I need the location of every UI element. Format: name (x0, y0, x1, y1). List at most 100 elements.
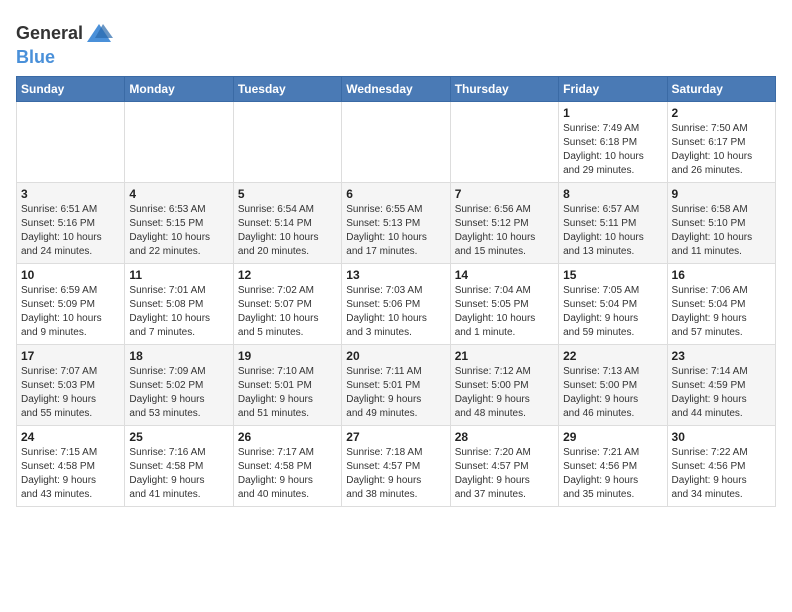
calendar-cell: 6Sunrise: 6:55 AMSunset: 5:13 PMDaylight… (342, 183, 450, 264)
calendar-cell: 8 Sunrise: 6:57 AMSunset: 5:11 PMDaylight… (559, 183, 667, 264)
calendar-cell: 20Sunrise: 7:11 AMSunset: 5:01 PMDayligh… (342, 345, 450, 426)
calendar-cell: 3Sunrise: 6:51 AMSunset: 5:16 PMDaylight… (17, 183, 125, 264)
day-number: 21 (455, 349, 554, 363)
calendar-cell: 11 Sunrise: 7:01 AMSunset: 5:08 PMDayligh… (125, 264, 233, 345)
day-info: Sunrise: 7:15 AMSunset: 4:58 PMDaylight:… (21, 446, 120, 502)
day-number: 9 (672, 187, 771, 201)
day-info: Sunrise: 7:09 AMSunset: 5:02 PMDaylight:… (129, 365, 228, 421)
day-info: Sunrise: 6:59 AMSunset: 5:09 PMDaylight:… (21, 284, 120, 340)
calendar-cell: 13 Sunrise: 7:03 AMSunset: 5:06 PMDayligh… (342, 264, 450, 345)
day-number: 19 (238, 349, 337, 363)
calendar-cell (450, 102, 558, 183)
day-number: 27 (346, 430, 445, 444)
day-number: 23 (672, 349, 771, 363)
day-info: Sunrise: 7:04 AMSunset: 5:05 PMDaylight:… (455, 284, 554, 340)
day-number: 2 (672, 106, 771, 120)
day-info: Sunrise: 7:13 AMSunset: 5:00 PMDaylight:… (563, 365, 662, 421)
calendar-cell: 23 Sunrise: 7:14 AMSunset: 4:59 PMDayligh… (667, 345, 775, 426)
day-number: 17 (21, 349, 120, 363)
weekday-monday: Monday (125, 77, 233, 102)
calendar-cell: 27 Sunrise: 7:18 AMSunset: 4:57 PMDayligh… (342, 426, 450, 507)
day-number: 13 (346, 268, 445, 282)
calendar-cell: 26 Sunrise: 7:17 AMSunset: 4:58 PMDayligh… (233, 426, 341, 507)
calendar-cell: 28Sunrise: 7:20 AMSunset: 4:57 PMDayligh… (450, 426, 558, 507)
calendar-cell: 25 Sunrise: 7:16 AMSunset: 4:58 PMDayligh… (125, 426, 233, 507)
day-info: Sunrise: 6:53 AMSunset: 5:15 PMDaylight:… (129, 203, 228, 259)
day-number: 4 (129, 187, 228, 201)
day-number: 24 (21, 430, 120, 444)
calendar-cell (342, 102, 450, 183)
calendar-week-3: 17 Sunrise: 7:07 AMSunset: 5:03 PMDayligh… (17, 345, 776, 426)
calendar-cell: 1Sunrise: 7:49 AMSunset: 6:18 PMDaylight… (559, 102, 667, 183)
calendar-cell: 10 Sunrise: 6:59 AMSunset: 5:09 PMDayligh… (17, 264, 125, 345)
day-info: Sunrise: 7:02 AMSunset: 5:07 PMDaylight:… (238, 284, 337, 340)
day-number: 25 (129, 430, 228, 444)
calendar-cell: 2Sunrise: 7:50 AMSunset: 6:17 PMDaylight… (667, 102, 775, 183)
day-info: Sunrise: 7:17 AMSunset: 4:58 PMDaylight:… (238, 446, 337, 502)
calendar-cell: 18 Sunrise: 7:09 AMSunset: 5:02 PMDayligh… (125, 345, 233, 426)
day-info: Sunrise: 6:54 AMSunset: 5:14 PMDaylight:… (238, 203, 337, 259)
day-info: Sunrise: 7:22 AMSunset: 4:56 PMDaylight:… (672, 446, 771, 502)
weekday-tuesday: Tuesday (233, 77, 341, 102)
weekday-saturday: Saturday (667, 77, 775, 102)
day-info: Sunrise: 6:58 AMSunset: 5:10 PMDaylight:… (672, 203, 771, 259)
day-number: 8 (563, 187, 662, 201)
day-info: Sunrise: 7:14 AMSunset: 4:59 PMDaylight:… (672, 365, 771, 421)
day-number: 22 (563, 349, 662, 363)
day-number: 16 (672, 268, 771, 282)
calendar-week-0: 1Sunrise: 7:49 AMSunset: 6:18 PMDaylight… (17, 102, 776, 183)
calendar-cell: 14 Sunrise: 7:04 AMSunset: 5:05 PMDayligh… (450, 264, 558, 345)
weekday-header-row: SundayMondayTuesdayWednesdayThursdayFrid… (17, 77, 776, 102)
day-number: 15 (563, 268, 662, 282)
calendar-cell: 17 Sunrise: 7:07 AMSunset: 5:03 PMDayligh… (17, 345, 125, 426)
calendar-cell (125, 102, 233, 183)
calendar-table: SundayMondayTuesdayWednesdayThursdayFrid… (16, 76, 776, 507)
day-info: Sunrise: 6:51 AMSunset: 5:16 PMDaylight:… (21, 203, 120, 259)
day-number: 7 (455, 187, 554, 201)
day-info: Sunrise: 7:06 AMSunset: 5:04 PMDaylight:… (672, 284, 771, 340)
day-info: Sunrise: 7:21 AMSunset: 4:56 PMDaylight:… (563, 446, 662, 502)
day-number: 28 (455, 430, 554, 444)
day-info: Sunrise: 7:03 AMSunset: 5:06 PMDaylight:… (346, 284, 445, 340)
day-info: Sunrise: 7:07 AMSunset: 5:03 PMDaylight:… (21, 365, 120, 421)
page-container: General Blue SundayMondayTuesdayWednesda… (0, 0, 792, 515)
calendar-cell: 29 Sunrise: 7:21 AMSunset: 4:56 PMDayligh… (559, 426, 667, 507)
header: General Blue (16, 16, 776, 68)
day-number: 10 (21, 268, 120, 282)
day-info: Sunrise: 7:18 AMSunset: 4:57 PMDaylight:… (346, 446, 445, 502)
calendar-cell: 4 Sunrise: 6:53 AMSunset: 5:15 PMDaylight… (125, 183, 233, 264)
weekday-friday: Friday (559, 77, 667, 102)
calendar-cell: 5Sunrise: 6:54 AMSunset: 5:14 PMDaylight… (233, 183, 341, 264)
day-info: Sunrise: 6:56 AMSunset: 5:12 PMDaylight:… (455, 203, 554, 259)
day-number: 30 (672, 430, 771, 444)
weekday-wednesday: Wednesday (342, 77, 450, 102)
day-info: Sunrise: 7:05 AMSunset: 5:04 PMDaylight:… (563, 284, 662, 340)
calendar-cell: 21 Sunrise: 7:12 AMSunset: 5:00 PMDayligh… (450, 345, 558, 426)
logo-icon (85, 20, 113, 48)
day-info: Sunrise: 6:57 AMSunset: 5:11 PMDaylight:… (563, 203, 662, 259)
day-info: Sunrise: 7:01 AMSunset: 5:08 PMDaylight:… (129, 284, 228, 340)
day-number: 29 (563, 430, 662, 444)
logo-text-blue: Blue (16, 47, 55, 67)
day-number: 18 (129, 349, 228, 363)
day-number: 14 (455, 268, 554, 282)
calendar-cell: 24 Sunrise: 7:15 AMSunset: 4:58 PMDayligh… (17, 426, 125, 507)
day-info: Sunrise: 7:16 AMSunset: 4:58 PMDaylight:… (129, 446, 228, 502)
calendar-cell: 19Sunrise: 7:10 AMSunset: 5:01 PMDayligh… (233, 345, 341, 426)
calendar-cell (233, 102, 341, 183)
logo-text-general: General (16, 24, 83, 44)
calendar-week-1: 3Sunrise: 6:51 AMSunset: 5:16 PMDaylight… (17, 183, 776, 264)
calendar-week-2: 10 Sunrise: 6:59 AMSunset: 5:09 PMDayligh… (17, 264, 776, 345)
day-number: 6 (346, 187, 445, 201)
weekday-sunday: Sunday (17, 77, 125, 102)
calendar-cell (17, 102, 125, 183)
calendar-cell: 16 Sunrise: 7:06 AMSunset: 5:04 PMDayligh… (667, 264, 775, 345)
calendar-cell: 30 Sunrise: 7:22 AMSunset: 4:56 PMDayligh… (667, 426, 775, 507)
day-number: 1 (563, 106, 662, 120)
calendar-cell: 22 Sunrise: 7:13 AMSunset: 5:00 PMDayligh… (559, 345, 667, 426)
day-number: 11 (129, 268, 228, 282)
day-info: Sunrise: 7:12 AMSunset: 5:00 PMDaylight:… (455, 365, 554, 421)
calendar-cell: 15 Sunrise: 7:05 AMSunset: 5:04 PMDayligh… (559, 264, 667, 345)
calendar-cell: 7 Sunrise: 6:56 AMSunset: 5:12 PMDaylight… (450, 183, 558, 264)
day-number: 26 (238, 430, 337, 444)
